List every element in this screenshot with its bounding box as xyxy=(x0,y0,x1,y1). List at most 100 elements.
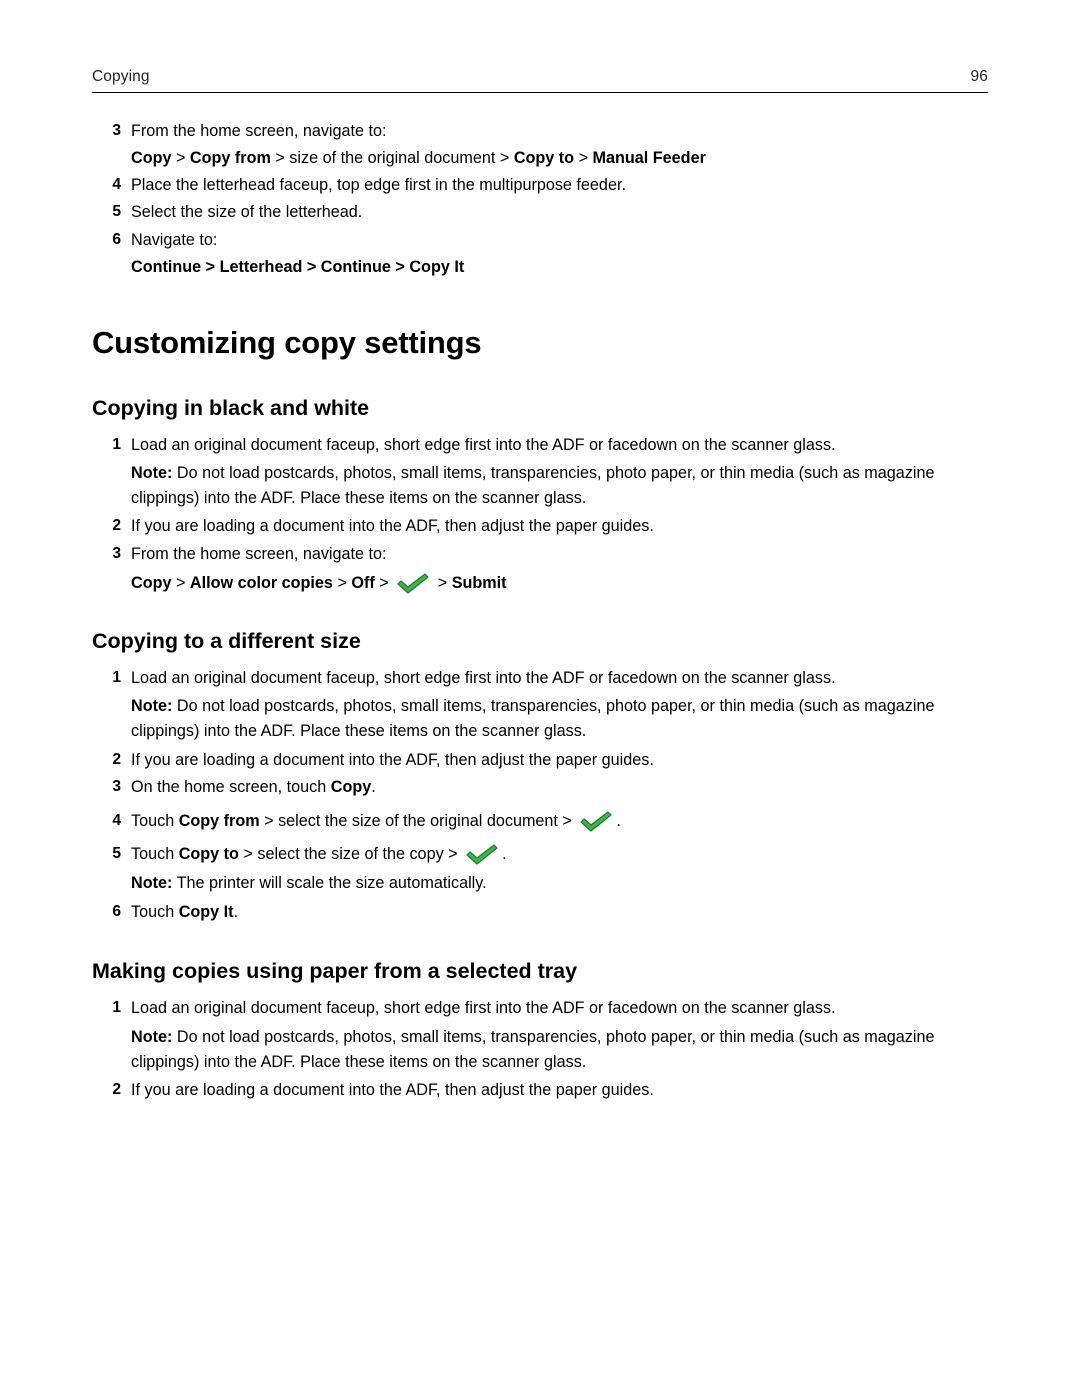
step-text: Load an original document faceup, short … xyxy=(131,999,836,1018)
step-text-pre: Touch xyxy=(131,902,179,921)
list-item: 3 On the home screen, touch Copy. xyxy=(92,775,988,800)
step-number: 5 xyxy=(112,203,121,221)
step-text-mid: > select the size of the original docume… xyxy=(259,811,577,830)
step-text-pre: Touch xyxy=(131,845,179,864)
list-item: 2 If you are loading a document into the… xyxy=(92,1078,988,1103)
breadcrumb-part: Allow color copies xyxy=(189,573,333,592)
breadcrumb-sep: > xyxy=(332,573,352,592)
breadcrumb-part: Copy xyxy=(131,573,172,592)
header-section-label: Copying xyxy=(92,68,150,85)
list-item: 4 Place the letterhead faceup, top edge … xyxy=(92,173,988,198)
step-text: If you are loading a document into the A… xyxy=(131,1081,654,1100)
breadcrumb-part: Copy to xyxy=(513,148,575,167)
document-page: Copying 96 3 From the home screen, navig… xyxy=(0,0,1080,1397)
green-checkmark-icon xyxy=(578,810,614,832)
note-text: Do not load postcards, photos, small ite… xyxy=(131,1027,935,1071)
green-checkmark-icon xyxy=(464,843,500,865)
step-text: Touch Copy It. xyxy=(131,900,988,925)
step-number: 5 xyxy=(112,845,121,863)
step-text: If you are loading a document into the A… xyxy=(131,517,654,536)
list-item: 1 Load an original document faceup, shor… xyxy=(92,996,988,1021)
step-number: 2 xyxy=(112,517,121,535)
note: Note: Do not load postcards, photos, sma… xyxy=(131,461,986,510)
list-item: 6 Navigate to: xyxy=(92,228,988,253)
note-label: Note: xyxy=(131,874,173,892)
note-label: Note: xyxy=(131,464,173,483)
step-number: 3 xyxy=(112,778,121,796)
page-title: Customizing copy settings xyxy=(92,324,482,360)
step-number: 1 xyxy=(112,435,121,453)
breadcrumb-sep: > xyxy=(374,573,394,592)
note: Note: Do not load postcards, photos, sma… xyxy=(131,694,986,743)
list-item: 2 If you are loading a document into the… xyxy=(92,748,988,773)
step-text: Touch Copy from > select the size of the… xyxy=(131,809,988,834)
step-text: From the home screen, navigate to: xyxy=(131,122,387,140)
list-item: 3 From the home screen, navigate to: xyxy=(92,119,988,144)
list-item: 1 Load an original document faceup, shor… xyxy=(92,433,988,458)
breadcrumb-part: Copy from xyxy=(189,148,271,167)
step-number: 2 xyxy=(112,1081,121,1099)
step-text-bold: Copy to xyxy=(178,845,239,864)
step-text: Load an original document faceup, short … xyxy=(131,435,836,454)
step-text-post: . xyxy=(371,778,376,797)
list-item: 5 Touch Copy to > select the size of the… xyxy=(92,842,988,867)
note: Note: Do not load postcards, photos, sma… xyxy=(131,1025,986,1074)
breadcrumb: Copy > Copy from > size of the original … xyxy=(131,149,988,168)
page-content: 3 From the home screen, navigate to: Cop… xyxy=(92,93,988,1103)
step-number: 2 xyxy=(112,750,121,768)
breadcrumb-sep: > xyxy=(171,573,190,592)
breadcrumb-sep: > size of the original document > xyxy=(270,148,514,167)
step-text: Select the size of the letterhead. xyxy=(131,203,363,222)
section-heading-selected-tray: Making copies using paper from a selecte… xyxy=(92,959,578,984)
page-number: 96 xyxy=(970,68,988,85)
step-text-bold: Copy It xyxy=(178,902,234,921)
list-item: 2 If you are loading a document into the… xyxy=(92,514,988,539)
breadcrumb-sep: > xyxy=(171,148,190,167)
step-text-post: . xyxy=(502,845,507,864)
step-number: 4 xyxy=(112,175,121,193)
breadcrumb: Continue > Letterhead > Continue > Copy … xyxy=(131,257,465,276)
step-text: Place the letterhead faceup, top edge fi… xyxy=(131,175,626,194)
note-text: The printer will scale the size automati… xyxy=(172,874,487,892)
page-header: Copying 96 xyxy=(92,0,988,93)
step-number: 3 xyxy=(112,122,121,139)
note-text: Do not load postcards, photos, small ite… xyxy=(131,697,935,740)
step-text: Load an original document faceup, short … xyxy=(131,668,836,687)
breadcrumb-sep: > xyxy=(574,148,593,167)
section-heading-different-size: Copying to a different size xyxy=(92,628,361,653)
step-text-pre: Touch xyxy=(131,811,179,830)
step-text: Navigate to: xyxy=(131,230,218,249)
step-text: Touch Copy to > select the size of the c… xyxy=(131,842,988,867)
step-number: 6 xyxy=(112,902,121,920)
list-item: 5 Select the size of the letterhead. xyxy=(92,200,988,225)
step-text-mid: > select the size of the copy > xyxy=(238,845,463,864)
list-item: 4 Touch Copy from > select the size of t… xyxy=(92,809,988,834)
step-number: 1 xyxy=(112,668,121,686)
note-label: Note: xyxy=(131,1027,173,1046)
step-text: From the home screen, navigate to: xyxy=(131,545,387,563)
step-number: 3 xyxy=(112,545,121,562)
step-text-bold: Copy xyxy=(330,778,372,797)
section-heading-black-and-white: Copying in black and white xyxy=(92,395,370,420)
step-text-post: . xyxy=(233,902,239,921)
step-text: If you are loading a document into the A… xyxy=(131,750,654,769)
step-text: On the home screen, touch Copy. xyxy=(131,775,988,800)
step-text-bold: Copy from xyxy=(178,811,260,830)
note-text: Do not load postcards, photos, small ite… xyxy=(131,464,935,507)
breadcrumb: Copy > Allow color copies > Off > > Subm… xyxy=(131,572,988,594)
green-checkmark-icon xyxy=(395,572,431,594)
step-text-post: . xyxy=(616,811,621,830)
step-number: 1 xyxy=(112,999,121,1017)
note: Note: The printer will scale the size au… xyxy=(131,871,986,896)
breadcrumb-part: Manual Feeder xyxy=(592,148,706,167)
breadcrumb-part: Copy xyxy=(131,148,172,167)
breadcrumb-part: Submit xyxy=(451,573,507,592)
note-label: Note: xyxy=(131,697,173,716)
step-text-pre: On the home screen, touch xyxy=(131,778,331,797)
list-item: 3 From the home screen, navigate to: xyxy=(92,542,988,567)
list-item: 6 Touch Copy It. xyxy=(92,900,988,925)
step-number: 4 xyxy=(112,811,121,829)
breadcrumb-part: Off xyxy=(351,573,375,592)
step-number: 6 xyxy=(112,230,121,248)
list-item: 1 Load an original document faceup, shor… xyxy=(92,666,988,691)
